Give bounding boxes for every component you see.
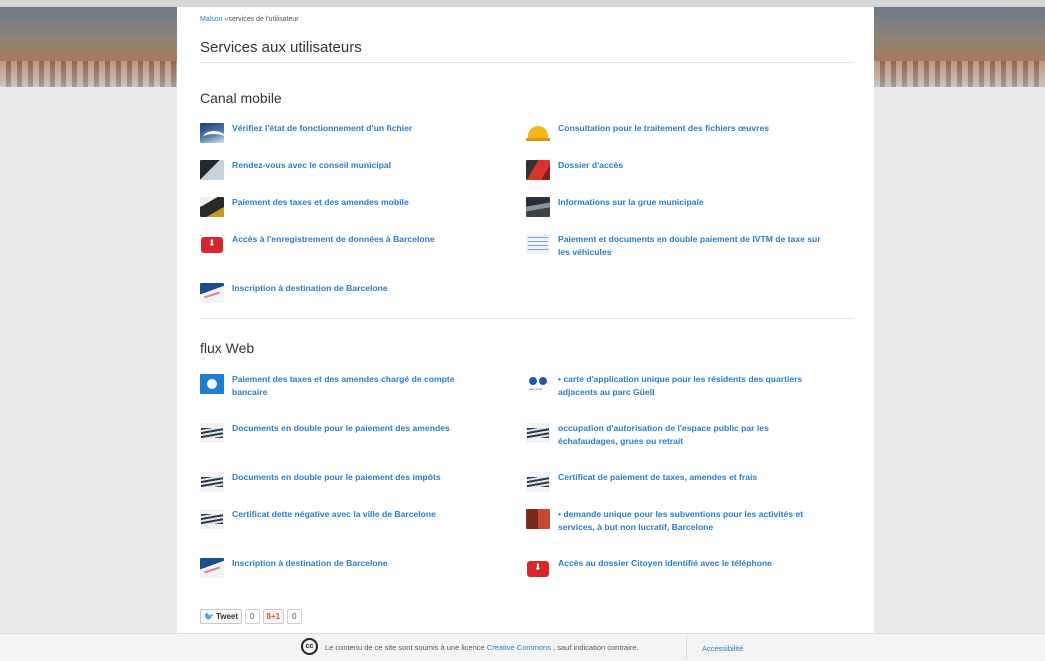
red-bag-icon: [526, 558, 550, 578]
service-link[interactable]: Inscription à destination de Barcelone: [232, 282, 388, 295]
crane-icon: [526, 197, 550, 217]
section-title-web: flux Web: [200, 340, 255, 356]
section-title-mobile: Canal mobile: [200, 90, 282, 106]
tweet-button[interactable]: 🐦 Tweet: [200, 609, 243, 624]
banner-image-right: [874, 7, 1045, 87]
service-item[interactable]: Paiement et documents en double paiement…: [526, 234, 826, 258]
service-link[interactable]: Certificat de paiement de taxes, amendes…: [558, 471, 757, 484]
signature-icon: [200, 558, 224, 578]
service-item[interactable]: Informations sur la grue municipale: [526, 197, 826, 217]
gplus-count: 0: [287, 609, 302, 624]
service-link[interactable]: Paiement des taxes et des amendes mobile: [232, 196, 409, 209]
service-link[interactable]: Documents en double pour le paiement des…: [232, 422, 450, 435]
stack-icon: [526, 472, 550, 492]
service-item[interactable]: • demande unique pour les subventions po…: [526, 509, 826, 533]
footer: cc Le contenu de ce site sont soumis à u…: [0, 633, 1045, 661]
service-item[interactable]: Documents en double pour le paiement des…: [200, 472, 500, 492]
service-item[interactable]: Paiement des taxes et des amendes chargé…: [200, 374, 500, 398]
documents-icon: [526, 234, 550, 254]
parc-guell-icon: [526, 374, 550, 394]
twitter-bird-icon: 🐦: [204, 612, 214, 621]
service-item[interactable]: Dossier d'accès: [526, 160, 826, 180]
service-item[interactable]: Inscription à destination de Barcelone: [200, 283, 500, 303]
service-item[interactable]: Inscription à destination de Barcelone: [200, 558, 500, 578]
red-bag-icon: [200, 234, 224, 254]
service-link[interactable]: Rendez-vous avec le conseil municipal: [232, 159, 391, 172]
service-item[interactable]: Certificat de paiement de taxes, amendes…: [526, 472, 826, 492]
map-icon: [200, 160, 224, 180]
banner-image-left: [0, 7, 177, 87]
service-item[interactable]: Documents en double pour le paiement des…: [200, 423, 500, 443]
service-link[interactable]: Accès au dossier Citoyen identifié avec …: [558, 557, 772, 570]
signature-icon: [200, 283, 224, 303]
service-link[interactable]: • carte d'application unique pour les ré…: [558, 373, 826, 398]
people-icon: [526, 509, 550, 529]
service-item[interactable]: Consultation pour le traitement des fich…: [526, 123, 826, 143]
service-link[interactable]: Paiement des taxes et des amendes chargé…: [232, 373, 482, 398]
service-link[interactable]: Inscription à destination de Barcelone: [232, 557, 388, 570]
drop-icon: [200, 374, 224, 394]
service-link[interactable]: Accès à l'enregistrement de données à Ba…: [232, 233, 435, 246]
service-item[interactable]: Rendez-vous avec le conseil municipal: [200, 160, 500, 180]
helmet-icon: [526, 123, 550, 143]
stack-icon: [200, 472, 224, 492]
stack-icon: [526, 423, 550, 443]
footer-separator: [686, 636, 687, 659]
access-icon: [526, 160, 550, 180]
breadcrumb-home-link[interactable]: Maison: [200, 16, 223, 23]
accessibility-link[interactable]: Accessibilité: [702, 644, 743, 653]
creative-commons-link[interactable]: Creative Commons: [487, 643, 551, 652]
page-title: Services aux utilisateurs: [200, 39, 853, 63]
service-item[interactable]: Accès à l'enregistrement de données à Ba…: [200, 234, 500, 254]
footer-license-text: Le contenu de ce site sont soumis à une …: [325, 643, 639, 652]
service-link[interactable]: Vérifiez l'état de fonctionnement d'un f…: [232, 122, 412, 135]
service-item[interactable]: Accès au dossier Citoyen identifié avec …: [526, 558, 826, 578]
footer-text-after: , sauf indication contraire.: [553, 643, 639, 652]
service-item[interactable]: Paiement des taxes et des amendes mobile: [200, 197, 500, 217]
service-link[interactable]: • demande unique pour les subventions po…: [558, 508, 826, 533]
stack-icon: [200, 509, 224, 529]
gplus-button[interactable]: 8+1: [262, 609, 285, 624]
service-item[interactable]: • carte d'application unique pour les ré…: [526, 374, 826, 398]
section-divider: [200, 318, 853, 319]
service-item[interactable]: Certificat dette négative avec la ville …: [200, 509, 500, 529]
service-link[interactable]: Consultation pour le traitement des fich…: [558, 122, 769, 135]
service-link[interactable]: Paiement et documents en double paiement…: [558, 233, 823, 258]
stack-icon: [200, 423, 224, 443]
service-item[interactable]: occupation d'autorisation de l'espace pu…: [526, 423, 826, 447]
creative-commons-icon: cc: [301, 638, 318, 655]
tweet-count: 0: [245, 609, 260, 624]
service-link[interactable]: Informations sur la grue municipale: [558, 196, 704, 209]
service-item[interactable]: Vérifiez l'état de fonctionnement d'un f…: [200, 123, 500, 143]
main-content: Maison «services de l'utilisateur Servic…: [177, 7, 874, 633]
tweet-label: Tweet: [215, 612, 239, 621]
service-link[interactable]: occupation d'autorisation de l'espace pu…: [558, 422, 808, 447]
service-link[interactable]: Dossier d'accès: [558, 159, 623, 172]
wave-icon: [200, 123, 224, 143]
taxes-icon: [200, 197, 224, 217]
social-share-bar: 🐦 Tweet 0 8+1 0: [200, 609, 302, 624]
breadcrumb: Maison «services de l'utilisateur: [200, 16, 299, 23]
service-link[interactable]: Certificat dette négative avec la ville …: [232, 508, 436, 521]
top-bar: [0, 0, 1045, 7]
service-link[interactable]: Documents en double pour le paiement des…: [232, 471, 441, 484]
breadcrumb-current: services de l'utilisateur: [228, 16, 299, 23]
footer-text-before: Le contenu de ce site sont soumis à une …: [325, 643, 485, 652]
